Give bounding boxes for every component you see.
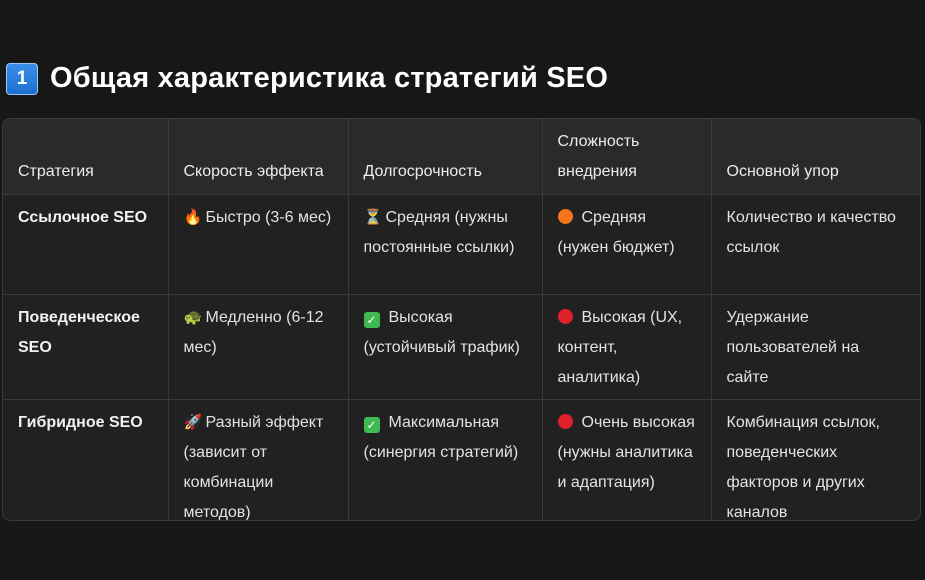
rocket-icon: 🚀	[183, 414, 203, 431]
cell-complexity: Средняя (нужен бюджет)	[541, 194, 711, 295]
section-heading: 1 Общая характеристика стратегий SEO	[6, 62, 608, 95]
column-header-strategy: Стратегия	[3, 119, 168, 195]
table-header-row: Стратегия Скорость эффекта Долгосрочност…	[3, 119, 920, 195]
cell-strategy: Гибридное SEO	[3, 399, 168, 520]
keycap-one-icon: 1	[6, 62, 38, 95]
orange-circle-icon	[557, 209, 573, 224]
cell-complexity: Очень высокая (нужны аналитика и адаптац…	[541, 399, 711, 520]
cell-text: Быстро (3-6 мес)	[205, 209, 332, 226]
cell-strategy: Ссылочное SEO	[3, 194, 168, 295]
cell-longevity: ✓ Высокая (устойчивый трафик)	[347, 294, 542, 400]
check-mark-icon: ✓	[363, 417, 380, 433]
table-row: Ссылочное SEO 🔥 Быстро (3-6 мес) ⏳ Средняя…	[3, 194, 920, 295]
cell-focus: Количество и качество ссылок	[710, 194, 920, 295]
cell-longevity: ⏳ Средняя (нужны постоянные ссылки)	[347, 194, 542, 295]
cell-complexity: Высокая (UX, контент, аналитика)	[541, 294, 711, 400]
fire-icon: 🔥	[183, 209, 203, 226]
section-title: Общая характеристика стратегий SEO	[50, 62, 609, 94]
strategy-table: Стратегия Скорость эффекта Долгосрочност…	[2, 118, 921, 521]
column-header-complexity: Сложность внедрения	[541, 119, 711, 195]
check-mark-icon: ✓	[363, 312, 380, 328]
table-row: Гибридное SEO 🚀 Разный эффект (зависит от…	[3, 399, 920, 520]
cell-text: Очень высокая (нужны аналитика и адаптац…	[557, 414, 695, 491]
cell-text: Средняя (нужен бюджет)	[557, 209, 675, 256]
cell-speed: 🔥 Быстро (3-6 мес)	[167, 194, 348, 295]
turtle-icon: 🐢	[183, 309, 203, 326]
column-header-speed: Скорость эффекта	[167, 119, 348, 195]
cell-strategy: Поведенческое SEO	[3, 294, 168, 400]
red-circle-icon	[557, 414, 573, 429]
cell-text: Высокая (устойчивый трафик)	[363, 309, 520, 356]
cell-text: Высокая (UX, контент, аналитика)	[557, 309, 683, 386]
column-header-focus: Основной упор	[710, 119, 920, 195]
cell-longevity: ✓ Максимальная (синергия стратегий)	[347, 399, 542, 520]
cell-speed: 🚀 Разный эффект (зависит от комбинации ме…	[167, 399, 348, 520]
cell-text: Максимальная (синергия стратегий)	[363, 414, 519, 461]
cell-speed: 🐢 Медленно (6-12 мес)	[167, 294, 348, 400]
cell-focus: Удержание пользователей на сайте	[710, 294, 920, 400]
cell-text: Средняя (нужны постоянные ссылки)	[363, 209, 515, 256]
red-circle-icon	[557, 309, 573, 324]
table-row: Поведенческое SEO 🐢 Медленно (6-12 мес) ✓…	[3, 294, 920, 400]
hourglass-icon: ⏳	[363, 209, 383, 226]
cell-focus: Комбинация ссылок, поведенческих факторо…	[710, 399, 920, 520]
column-header-longevity: Долгосрочность	[347, 119, 542, 195]
